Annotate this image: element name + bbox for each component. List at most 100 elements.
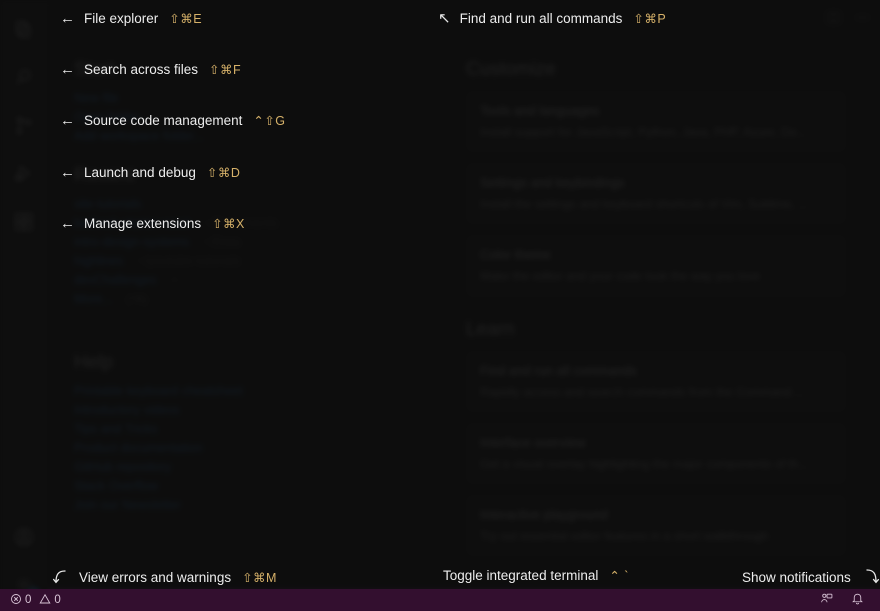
list-item[interactable]: site-tutorials [74,197,434,211]
help-link-stackoverflow[interactable]: Stack Overflow [74,479,434,493]
callout-manage-extensions: ← Manage extensions ⇧⌘X [60,216,245,231]
recent-more-keybinding: (^R) [126,294,148,306]
remote-indicator-icon[interactable] [820,592,833,608]
callout-keybinding: ⇧⌘E [169,12,203,26]
error-count: 0 [25,594,32,606]
arrow-left-icon: ← [60,10,75,27]
account-icon [13,526,35,553]
recent-item-name[interactable]: devChallenges [74,273,157,287]
status-bar: 0 0 [0,589,880,611]
callout-keybinding: ⇧⌘P [633,12,667,26]
activity-bar-item-accounts[interactable] [0,515,48,563]
recent-more-link[interactable]: More... [74,292,113,306]
welcome-help-heading: Help [74,352,114,373]
list-item[interactable]: devChallenges ~ [74,273,434,287]
warning-triangle-icon [39,593,51,608]
help-link-tips[interactable]: Tips and Tricks [74,422,434,436]
callout-keybinding: ⇧⌘D [206,166,241,180]
run-and-debug-icon [13,163,35,190]
help-link-newsletter[interactable]: Join our Newsletter [74,498,434,512]
recent-item-path: ~/youtube-tutorials [137,254,241,268]
callout-show-notifications: Show notifications [742,568,880,586]
warning-count: 0 [54,594,61,606]
callout-search-across-files: ← Search across files ⇧⌘F [60,62,241,77]
help-link-github[interactable]: GitHub repository [74,460,434,474]
activity-bar-item-extensions[interactable] [0,200,48,248]
card-title: Color theme [480,247,551,263]
status-bar-problems[interactable]: 0 0 [10,593,61,608]
activity-bar-item-explorer[interactable] [0,8,48,56]
callout-label: Launch and debug [84,165,196,180]
callout-keybinding: ⌃⇧G [253,114,286,128]
card-description: Try out essential editor features in a s… [480,528,769,543]
recent-item-path: ~/Data [203,235,241,249]
arrow-curve-down-right-icon [864,568,880,586]
recent-item-name[interactable]: intro-design-systems [74,235,189,249]
callout-view-errors-and-warnings: View errors and warnings ⇧⌘M [52,568,277,586]
callout-label: Find and run all commands [459,11,623,26]
arrow-left-icon: ← [60,61,75,78]
bell-icon[interactable] [851,592,864,608]
arrow-curve-down-left-icon [52,568,68,586]
vscode-window: Start New file Open folder... Add worksp… [0,0,880,611]
activity-bar [0,0,48,611]
welcome-link-add-workspace-folder[interactable]: Add workspace folder... [74,129,434,143]
welcome-right-column: Customize Tools and languages Install su… [466,49,846,567]
arrow-left-icon: ← [60,215,75,232]
card-description: Rapidly access and search commands from … [480,384,805,399]
card-title: Interface overview [480,434,586,450]
callout-keybinding: ⇧⌘X [212,217,245,231]
status-bar-right [820,592,870,608]
help-link-videos[interactable]: Introductory videos [74,403,434,417]
callout-find-and-run-all-commands: ↖ Find and run all commands ⇧⌘P [438,11,666,26]
recent-item-path: ~ [170,273,179,287]
search-icon [13,67,35,94]
more-actions-icon[interactable] [855,10,870,25]
help-link-cheatsheet[interactable]: Printable keyboard cheatsheet [74,384,434,398]
callout-keybinding: ⇧⌘M [242,570,277,585]
callout-label: Search across files [84,62,199,77]
card-title: Tools and languages [480,103,600,118]
arrow-up-left-icon: ↖ [438,10,451,27]
error-circle-icon [10,593,22,608]
workbench-background: Start New file Open folder... Add worksp… [0,0,880,611]
activity-bar-item-source-control[interactable] [0,104,48,152]
recent-item-name[interactable]: highlines [74,254,123,268]
list-item[interactable]: highlines ~/youtube-tutorials [74,254,434,268]
customize-card-tools-and-languages[interactable]: Tools and languages Install support for … [466,91,846,153]
learn-card-interactive-playground[interactable]: Interactive playground Try out essential… [466,494,846,557]
callout-toggle-integrated-terminal: Toggle integrated terminal ⌃ ` [443,568,629,583]
card-title: Interactive playground [480,506,608,522]
card-description: Make the editor and your code look the w… [480,269,761,284]
status-bar-left: 0 0 [10,593,61,608]
callout-launch-and-debug: ← Launch and debug ⇧⌘D [60,165,240,180]
source-control-icon [13,115,35,142]
card-title: Find and run all commands [480,362,637,378]
learn-card-find-and-run-all-commands[interactable]: Find and run all commands Rapidly access… [466,350,846,412]
help-link-docs[interactable]: Product documentation [74,441,434,455]
activity-bar-item-search[interactable] [0,56,48,104]
callout-keybinding: ⇧⌘F [209,63,242,77]
list-item[interactable]: intro-design-systems ~/Data [74,235,434,249]
card-description: Install support for JavaScript, Python, … [480,125,807,139]
recent-item-name[interactable]: site-tutorials [74,197,141,211]
card-title: Settings and keybindings [480,175,625,191]
learn-card-interface-overview[interactable]: Interface overview Get a visual overlay … [466,422,846,484]
recent-more-row[interactable]: More... (^R) [74,292,434,306]
callout-file-explorer: ← File explorer ⇧⌘E [60,11,202,26]
customize-card-color-theme[interactable]: Color theme Make the editor and your cod… [466,235,846,297]
welcome-link-new-file[interactable]: New file [74,91,434,105]
arrow-left-icon: ← [60,112,75,129]
activity-bar-item-run-and-debug[interactable] [0,152,48,200]
callout-source-code-management: ← Source code management ⌃⇧G [60,113,286,128]
customize-card-settings-and-keybindings[interactable]: Settings and keybindings Install the set… [466,163,846,225]
files-icon [13,19,35,46]
card-description: Install the settings and keyboard shortc… [480,197,808,212]
callout-keybinding: ⌃ ` [609,569,629,583]
welcome-customize-heading: Customize [466,59,556,80]
arrow-left-icon: ← [60,164,75,181]
welcome-learn-heading: Learn [466,318,515,340]
callout-label: Toggle integrated terminal [443,568,599,583]
split-editor-icon[interactable] [826,10,841,25]
editor-area: Start New file Open folder... Add worksp… [48,0,880,611]
